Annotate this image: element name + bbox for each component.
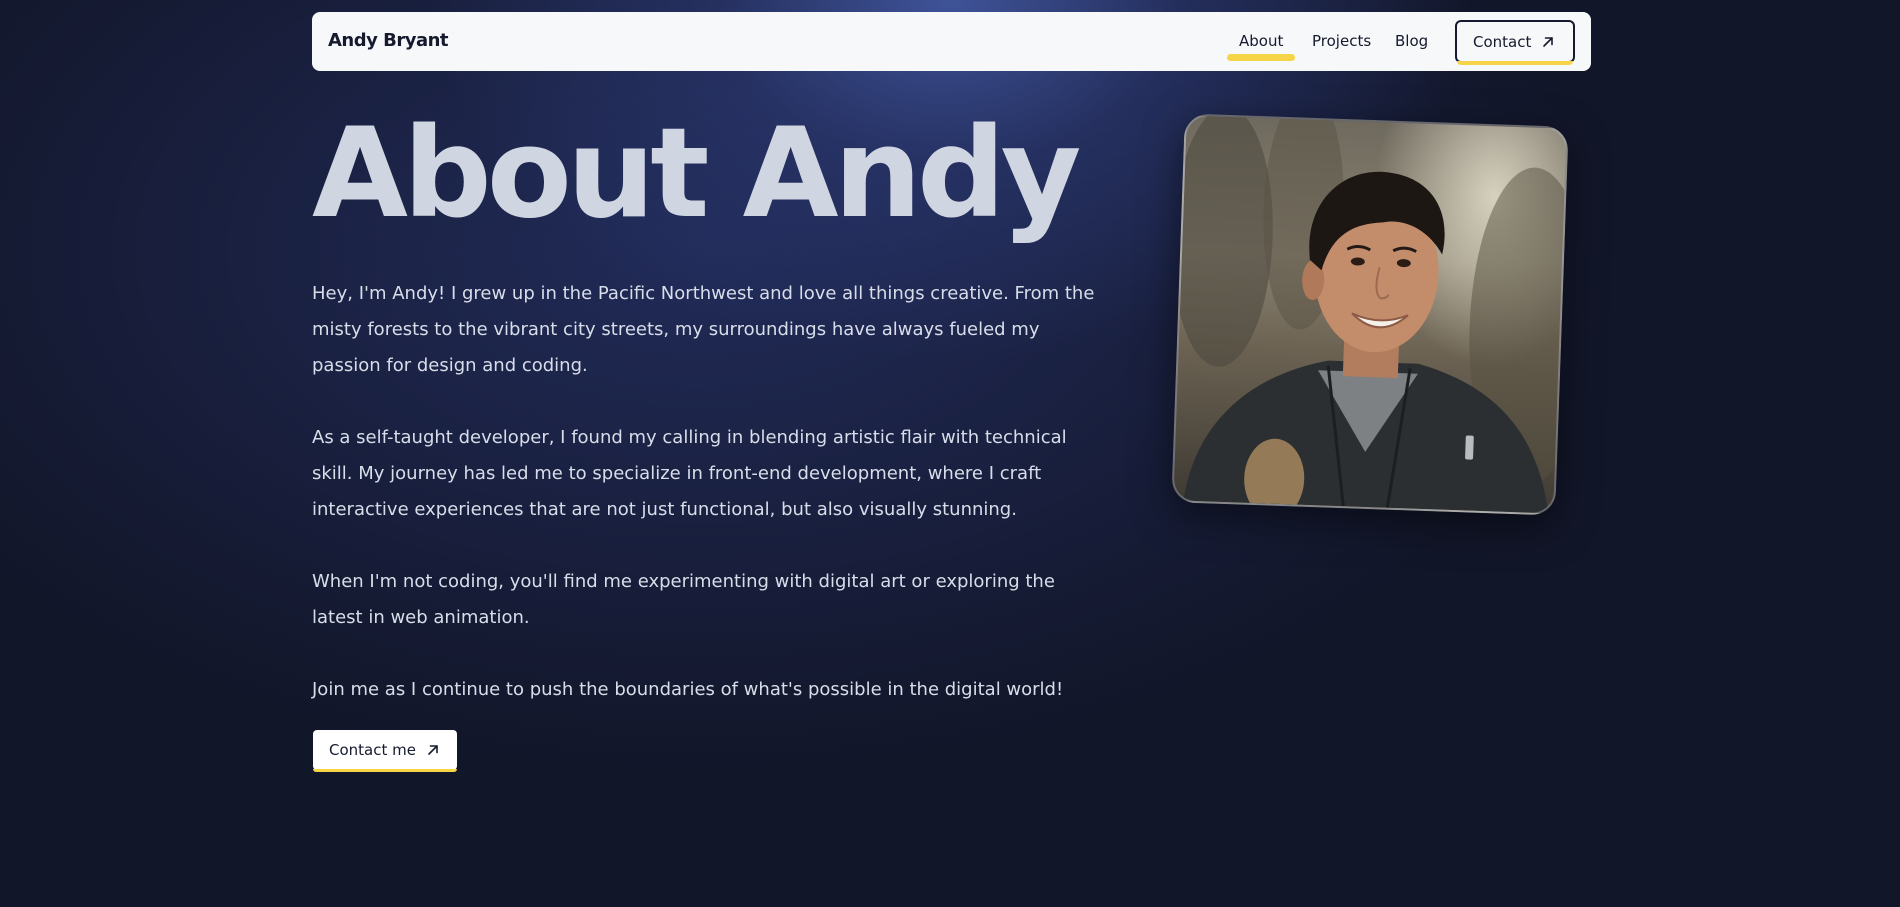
nav-link-blog[interactable]: Blog — [1395, 32, 1428, 50]
nav-link-projects[interactable]: Projects — [1312, 32, 1371, 50]
arrow-up-right-icon — [1541, 35, 1555, 49]
bio-paragraph: As a self-taught developer, I found my c… — [312, 427, 1067, 520]
contact-me-button[interactable]: Contact me — [313, 730, 457, 772]
nav-contact-label: Contact — [1473, 32, 1532, 51]
contact-me-label: Contact me — [329, 741, 416, 759]
arrow-up-right-icon — [426, 743, 440, 757]
brand-name[interactable]: Andy Bryant — [328, 30, 449, 51]
bio-paragraph: Hey, I'm Andy! I grew up in the Pacific … — [312, 283, 1095, 376]
nav-contact-button[interactable]: Contact — [1455, 20, 1575, 65]
bio-text: Hey, I'm Andy! I grew up in the Pacific … — [312, 276, 1102, 744]
page-title: About Andy — [312, 102, 1081, 246]
bio-paragraph: Join me as I continue to push the bounda… — [312, 679, 1064, 700]
profile-photo — [1171, 113, 1569, 516]
nav-link-about[interactable]: About — [1226, 32, 1296, 61]
top-nav-bar: Andy Bryant About Projects Blog Contact — [312, 12, 1591, 71]
portrait-illustration — [1173, 115, 1567, 514]
bio-paragraph: When I'm not coding, you'll find me expe… — [312, 571, 1055, 628]
